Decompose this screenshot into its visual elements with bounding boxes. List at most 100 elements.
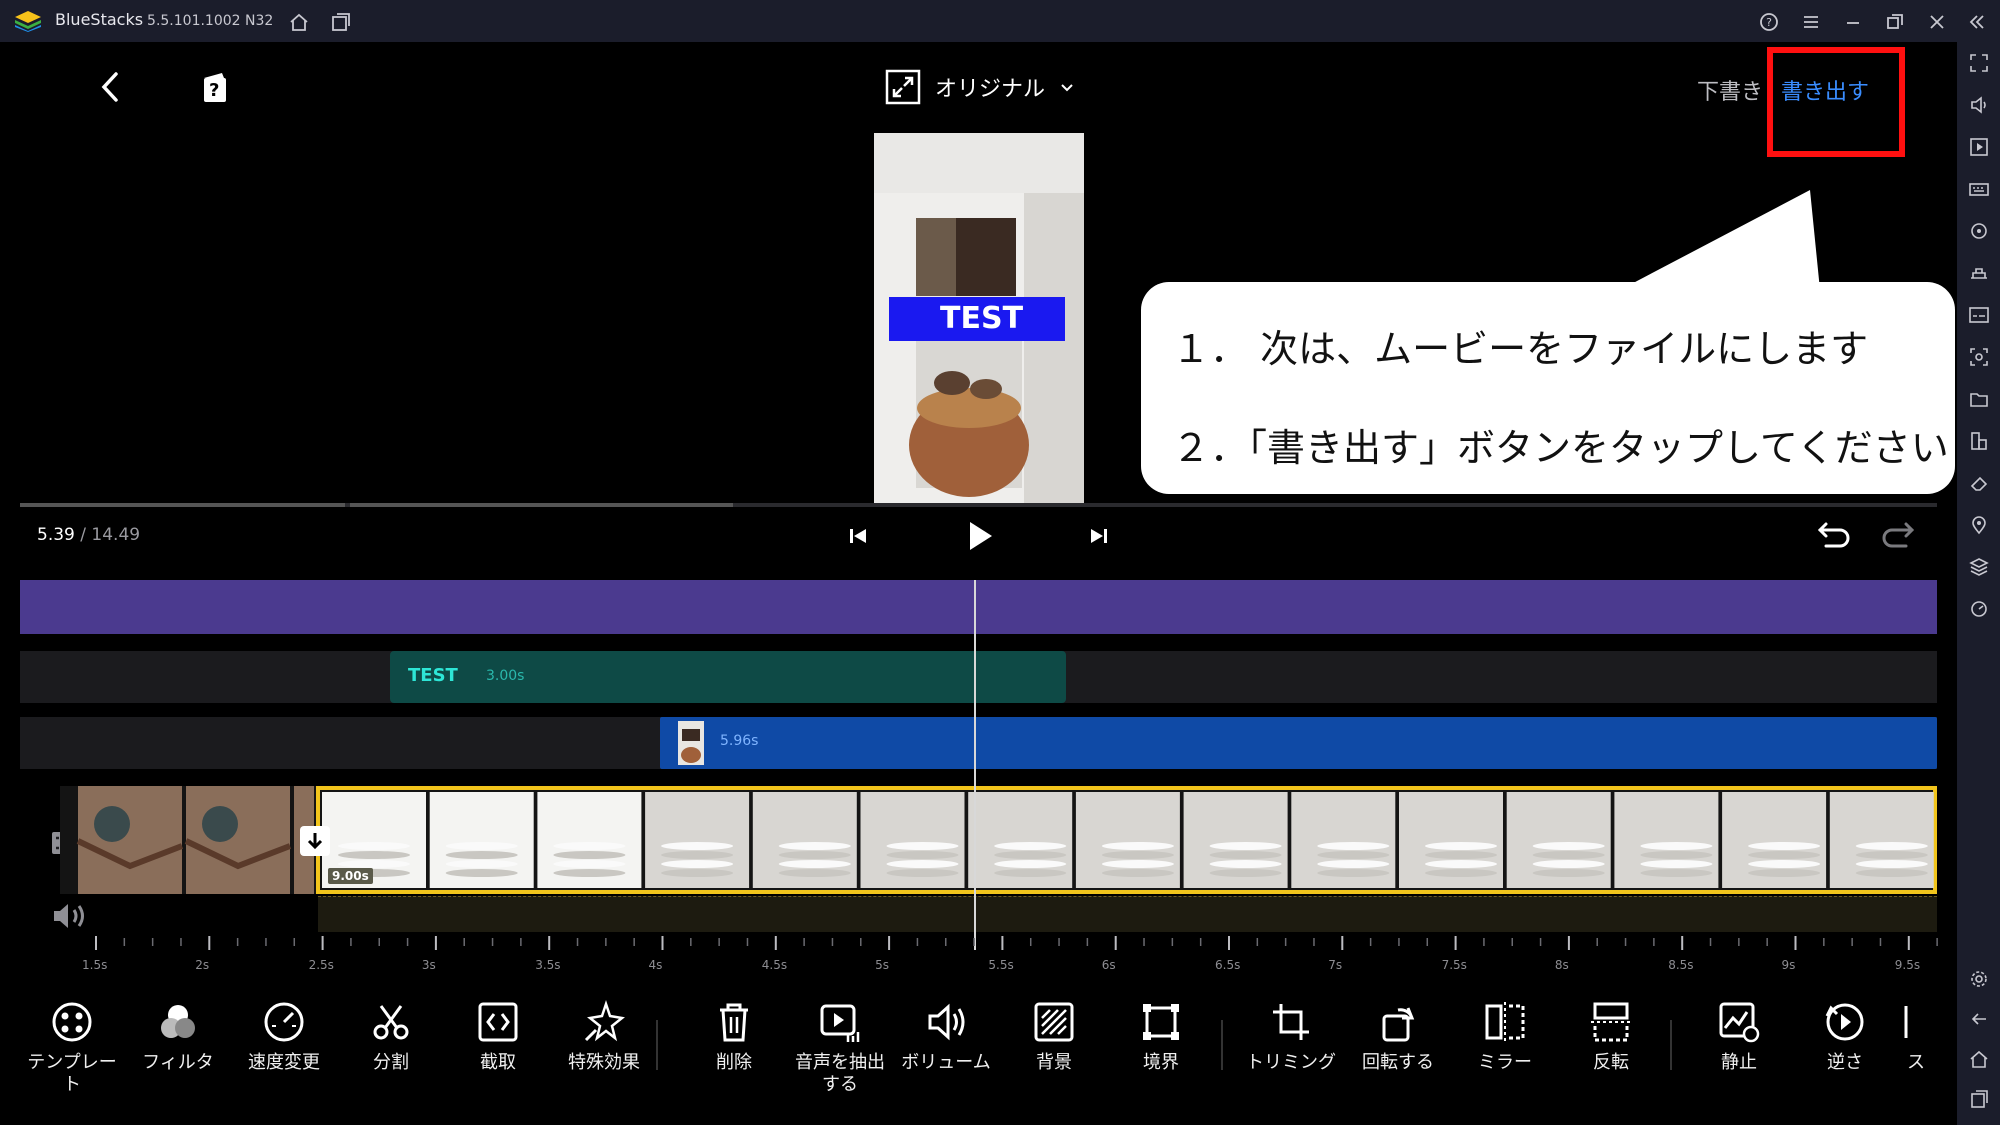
frame-plate xyxy=(1209,851,1282,859)
help-question-mark: ? xyxy=(209,80,220,101)
help-icon[interactable]: ? xyxy=(1758,11,1780,33)
skip-previous-icon[interactable] xyxy=(846,524,870,548)
tool-trash[interactable]: 削除 xyxy=(679,1000,789,1074)
app-version: 5.5.101.1002 N32 xyxy=(147,13,273,29)
instruction-line-2: ２．「書き出す」ボタンをタップしてください xyxy=(1172,426,1949,470)
tool-template[interactable]: テンプレート xyxy=(17,1000,127,1096)
ruler-tick-label: 7s xyxy=(1328,958,1343,972)
frame-plate xyxy=(1209,842,1282,850)
minimize-icon[interactable] xyxy=(1842,11,1864,33)
tool-volume[interactable]: ボリューム xyxy=(891,1000,1001,1074)
home-nav-icon[interactable] xyxy=(1968,1048,1990,1070)
aspect-ratio-dropdown[interactable]: オリジナル xyxy=(885,68,1075,106)
tool-audio-extract[interactable]: 音声を抽出 する xyxy=(785,1000,895,1096)
playhead[interactable] xyxy=(974,580,976,950)
image-clip[interactable]: 5.96s xyxy=(660,717,1937,769)
save-draft-button[interactable]: 下書き xyxy=(1697,74,1763,106)
text-clip-label: TEST xyxy=(408,665,458,686)
play-icon[interactable] xyxy=(962,518,998,554)
frame-plate xyxy=(661,842,734,850)
fullscreen-icon[interactable] xyxy=(1968,52,1990,74)
media-icon[interactable] xyxy=(1968,136,1990,158)
filter-icon xyxy=(161,1005,195,1038)
preview-progress-bar[interactable] xyxy=(20,503,1937,507)
frame-plate xyxy=(1317,869,1390,877)
screenshot-icon[interactable] xyxy=(1968,346,1990,368)
template-icon xyxy=(52,1002,92,1042)
tool-label: 反転 xyxy=(1593,1052,1629,1073)
location-icon[interactable] xyxy=(1968,514,1990,536)
help-guide-button[interactable]: ? xyxy=(200,70,230,104)
undo-icon[interactable] xyxy=(1816,518,1852,552)
eraser-icon[interactable] xyxy=(1968,472,1990,494)
tool-mirror[interactable]: ミラー xyxy=(1450,1000,1560,1074)
frame-plate xyxy=(1855,869,1928,877)
multi-window-icon[interactable] xyxy=(1968,430,1990,452)
shake-icon[interactable] xyxy=(1968,262,1990,284)
tool-background[interactable]: 背景 xyxy=(999,1000,1109,1074)
volume-sidebar-icon[interactable] xyxy=(1968,94,1990,116)
build-number: N32 xyxy=(245,13,274,29)
frame-plate xyxy=(886,842,959,850)
home-icon[interactable] xyxy=(288,11,310,33)
tool-sparkle[interactable]: 特殊効果 xyxy=(549,1000,659,1074)
tool-crop[interactable]: トリミング xyxy=(1236,1000,1346,1074)
frame-plate xyxy=(445,842,518,850)
rotate-screen-icon[interactable] xyxy=(1968,220,1990,242)
audio-waveform-track[interactable] xyxy=(318,896,1937,932)
eco-mode-icon[interactable] xyxy=(1968,598,1990,620)
crop-icon xyxy=(1273,1004,1309,1040)
total-time: 14.49 xyxy=(91,525,141,545)
tool-reverse[interactable]: 逆さ xyxy=(1790,1000,1900,1074)
close-icon[interactable] xyxy=(1926,11,1948,33)
frame-plate xyxy=(1748,860,1821,868)
ruler-tick-label: 3.5s xyxy=(535,958,561,972)
tool-rotate[interactable]: 回転する xyxy=(1343,1000,1453,1074)
tool-filter[interactable]: フィルタ xyxy=(123,1000,233,1074)
frame-plate xyxy=(994,869,1067,877)
frame-plate xyxy=(1748,869,1821,877)
back-nav-icon[interactable] xyxy=(1968,1008,1990,1030)
extract-icon xyxy=(478,1002,518,1042)
tool-border[interactable]: 境界 xyxy=(1106,1000,1216,1074)
download-clip-button[interactable] xyxy=(300,826,330,856)
tool-label: ボリューム xyxy=(901,1052,991,1073)
music-track[interactable] xyxy=(20,580,1937,634)
tool-label: フィルタ xyxy=(142,1052,214,1073)
back-icon[interactable] xyxy=(96,68,126,106)
freeze-icon xyxy=(1719,1002,1760,1043)
tool-freeze[interactable]: 静止 xyxy=(1684,1000,1794,1074)
tool-speed[interactable]: 速度変更 xyxy=(229,1000,339,1074)
redo-icon[interactable] xyxy=(1880,518,1916,552)
restore-icon[interactable] xyxy=(1884,11,1906,33)
frame-plate xyxy=(1425,860,1497,868)
video-preview[interactable]: TEST xyxy=(874,133,1084,503)
skip-next-icon[interactable] xyxy=(1087,524,1111,548)
keyboard-icon[interactable] xyxy=(1968,178,1990,200)
tool-label: 静止 xyxy=(1721,1052,1757,1073)
text-clip[interactable]: TEST 3.00s xyxy=(390,651,1066,703)
tool-label: 逆さ xyxy=(1827,1052,1863,1073)
multi-instance-icon[interactable] xyxy=(330,11,352,33)
collapse-sidebar-icon[interactable] xyxy=(1966,11,1988,33)
layers-icon[interactable] xyxy=(1968,556,1990,578)
tool-scissors[interactable]: 分割 xyxy=(336,1000,446,1074)
folder-icon[interactable] xyxy=(1968,388,1990,410)
ruler-tick-label: 4.5s xyxy=(761,958,788,972)
ruler-tick-label: 7.5s xyxy=(1441,958,1467,972)
recent-apps-icon[interactable] xyxy=(1968,1088,1990,1110)
frame-plate xyxy=(553,842,626,850)
tool-flip[interactable]: 反転 xyxy=(1556,1000,1666,1074)
menu-icon[interactable] xyxy=(1800,11,1822,33)
audio-track-icon[interactable] xyxy=(50,900,90,932)
tool-extract[interactable]: 截取 xyxy=(443,1000,553,1074)
fps-icon[interactable] xyxy=(1968,304,1990,326)
ruler-tick-label: 2.5s xyxy=(308,958,334,972)
frame-plate xyxy=(778,869,851,877)
tool-label: 削除 xyxy=(716,1052,752,1073)
frame-plate xyxy=(1209,860,1282,868)
version-number: 5.5.101.1002 xyxy=(147,13,241,29)
settings-icon[interactable] xyxy=(1968,968,1990,990)
tool-more[interactable]: ス xyxy=(1896,1000,1936,1074)
ruler-tick-marks xyxy=(95,936,1938,950)
